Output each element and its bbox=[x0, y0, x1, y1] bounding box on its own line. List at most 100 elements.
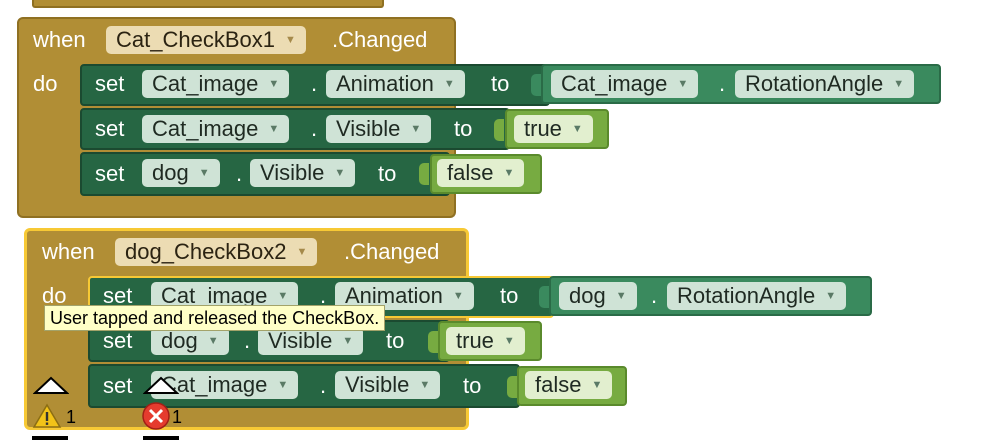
set-label: set bbox=[95, 161, 125, 186]
component-dropdown[interactable]: dog ▼ bbox=[142, 159, 220, 187]
component-dropdown-dog-checkbox2[interactable]: dog_CheckBox2 ▼ bbox=[115, 238, 318, 266]
component-dropdown[interactable]: dog ▼ bbox=[559, 282, 637, 310]
partial-block-top[interactable] bbox=[32, 0, 384, 8]
set-label: set bbox=[95, 71, 125, 96]
dot-label: . bbox=[719, 71, 726, 96]
dropdown-value: dog_CheckBox2 bbox=[125, 239, 287, 264]
dot-label: . bbox=[236, 161, 243, 186]
do-label: do bbox=[33, 71, 58, 96]
dropdown-arrow-icon: ▼ bbox=[443, 78, 455, 90]
value-socket-connector bbox=[428, 331, 438, 353]
dropdown-arrow-icon: ▼ bbox=[296, 246, 308, 258]
collapse-arrow-icon[interactable] bbox=[143, 375, 179, 395]
to-label: to bbox=[500, 283, 519, 308]
event-block-bottom-cap bbox=[17, 198, 456, 218]
component-dropdown[interactable]: Cat_image ▼ bbox=[142, 70, 290, 98]
to-label: to bbox=[491, 71, 510, 96]
property-dropdown[interactable]: Animation ▼ bbox=[326, 70, 465, 98]
dropdown-value: true bbox=[524, 116, 562, 141]
dropdown-value: RotationAngle bbox=[745, 71, 884, 96]
set-label: set bbox=[95, 116, 125, 141]
warning-triangle-icon[interactable] bbox=[32, 403, 62, 429]
dropdown-arrow-icon: ▼ bbox=[615, 290, 627, 302]
dropdown-value: Cat_image bbox=[152, 116, 259, 141]
value-socket-connector bbox=[419, 163, 429, 185]
dropdown-value: Animation bbox=[336, 71, 434, 96]
boolean-dropdown[interactable]: true ▼ bbox=[446, 327, 525, 355]
error-toggle-bar[interactable] bbox=[143, 436, 179, 440]
dropdown-value: false bbox=[447, 160, 494, 185]
dropdown-value: true bbox=[456, 328, 494, 353]
component-dropdown[interactable]: dog ▼ bbox=[151, 327, 229, 355]
dropdown-arrow-icon: ▼ bbox=[268, 78, 280, 90]
dot-label: . bbox=[311, 71, 318, 96]
to-label: to bbox=[378, 161, 397, 186]
set-label: set bbox=[103, 328, 133, 353]
property-dropdown[interactable]: Visible ▼ bbox=[250, 159, 356, 187]
dropdown-arrow-icon: ▼ bbox=[591, 379, 603, 391]
boolean-dropdown[interactable]: false ▼ bbox=[437, 159, 525, 187]
component-dropdown[interactable]: Cat_image ▼ bbox=[142, 115, 290, 143]
dropdown-value: false bbox=[535, 372, 582, 397]
dropdown-value: Cat_image bbox=[561, 71, 668, 96]
dropdown-arrow-icon: ▼ bbox=[452, 290, 464, 302]
component-dropdown[interactable]: Cat_image ▼ bbox=[551, 70, 699, 98]
dropdown-value: Visible bbox=[345, 372, 410, 397]
dropdown-arrow-icon: ▼ bbox=[284, 34, 296, 46]
when-label: when bbox=[33, 27, 86, 52]
component-dropdown-cat-checkbox1[interactable]: Cat_CheckBox1 ▼ bbox=[106, 26, 306, 54]
dropdown-arrow-icon: ▼ bbox=[207, 335, 219, 347]
property-dropdown[interactable]: RotationAngle ▼ bbox=[667, 282, 847, 310]
collapse-arrow-icon[interactable] bbox=[33, 375, 69, 395]
warning-count: 1 bbox=[66, 407, 77, 427]
dropdown-value: dog bbox=[152, 160, 189, 185]
dropdown-arrow-icon: ▼ bbox=[410, 123, 422, 135]
dropdown-value: Visible bbox=[268, 328, 333, 353]
boolean-dropdown[interactable]: false ▼ bbox=[525, 371, 613, 399]
dot-label: . bbox=[311, 116, 318, 141]
warning-toggle-bar[interactable] bbox=[32, 436, 68, 440]
dropdown-arrow-icon: ▼ bbox=[342, 335, 354, 347]
dropdown-arrow-icon: ▼ bbox=[334, 167, 346, 179]
dropdown-arrow-icon: ▼ bbox=[277, 379, 289, 391]
dropdown-value: dog bbox=[161, 328, 198, 353]
value-socket-connector bbox=[531, 74, 541, 96]
error-circle-icon[interactable] bbox=[141, 401, 171, 431]
error-count: 1 bbox=[172, 407, 183, 427]
dropdown-value: Cat_image bbox=[152, 71, 259, 96]
dropdown-value: Visible bbox=[260, 160, 325, 185]
dropdown-arrow-icon: ▼ bbox=[503, 335, 515, 347]
dot-label: . bbox=[651, 283, 658, 308]
dot-label: . bbox=[244, 328, 251, 353]
value-socket-connector bbox=[494, 119, 504, 141]
block-tooltip: User tapped and released the CheckBox. bbox=[44, 305, 386, 331]
to-label: to bbox=[463, 373, 482, 398]
dropdown-arrow-icon: ▼ bbox=[268, 123, 280, 135]
value-socket-connector bbox=[507, 376, 517, 398]
dropdown-arrow-icon: ▼ bbox=[419, 379, 431, 391]
value-socket-connector bbox=[539, 286, 549, 308]
event-name-label: .Changed bbox=[344, 239, 440, 264]
dropdown-arrow-icon: ▼ bbox=[503, 167, 515, 179]
dropdown-arrow-icon: ▼ bbox=[571, 123, 583, 135]
to-label: to bbox=[386, 328, 405, 353]
property-dropdown[interactable]: Visible ▼ bbox=[335, 371, 441, 399]
dropdown-value: RotationAngle bbox=[677, 283, 816, 308]
set-label: set bbox=[103, 373, 133, 398]
dot-label: . bbox=[320, 373, 327, 398]
property-dropdown[interactable]: Visible ▼ bbox=[258, 327, 364, 355]
dropdown-value: Visible bbox=[336, 116, 401, 141]
event-name-label: .Changed bbox=[332, 27, 428, 52]
dropdown-arrow-icon: ▼ bbox=[198, 167, 210, 179]
dropdown-arrow-icon: ▼ bbox=[677, 78, 689, 90]
property-dropdown[interactable]: Visible ▼ bbox=[326, 115, 432, 143]
dropdown-arrow-icon: ▼ bbox=[825, 290, 837, 302]
dropdown-value: Cat_CheckBox1 bbox=[116, 27, 275, 52]
property-dropdown[interactable]: RotationAngle ▼ bbox=[735, 70, 915, 98]
to-label: to bbox=[454, 116, 473, 141]
dropdown-value: dog bbox=[569, 283, 606, 308]
boolean-dropdown[interactable]: true ▼ bbox=[514, 115, 593, 143]
when-label: when bbox=[42, 239, 95, 264]
dropdown-arrow-icon: ▼ bbox=[277, 290, 289, 302]
dropdown-arrow-icon: ▼ bbox=[893, 78, 905, 90]
